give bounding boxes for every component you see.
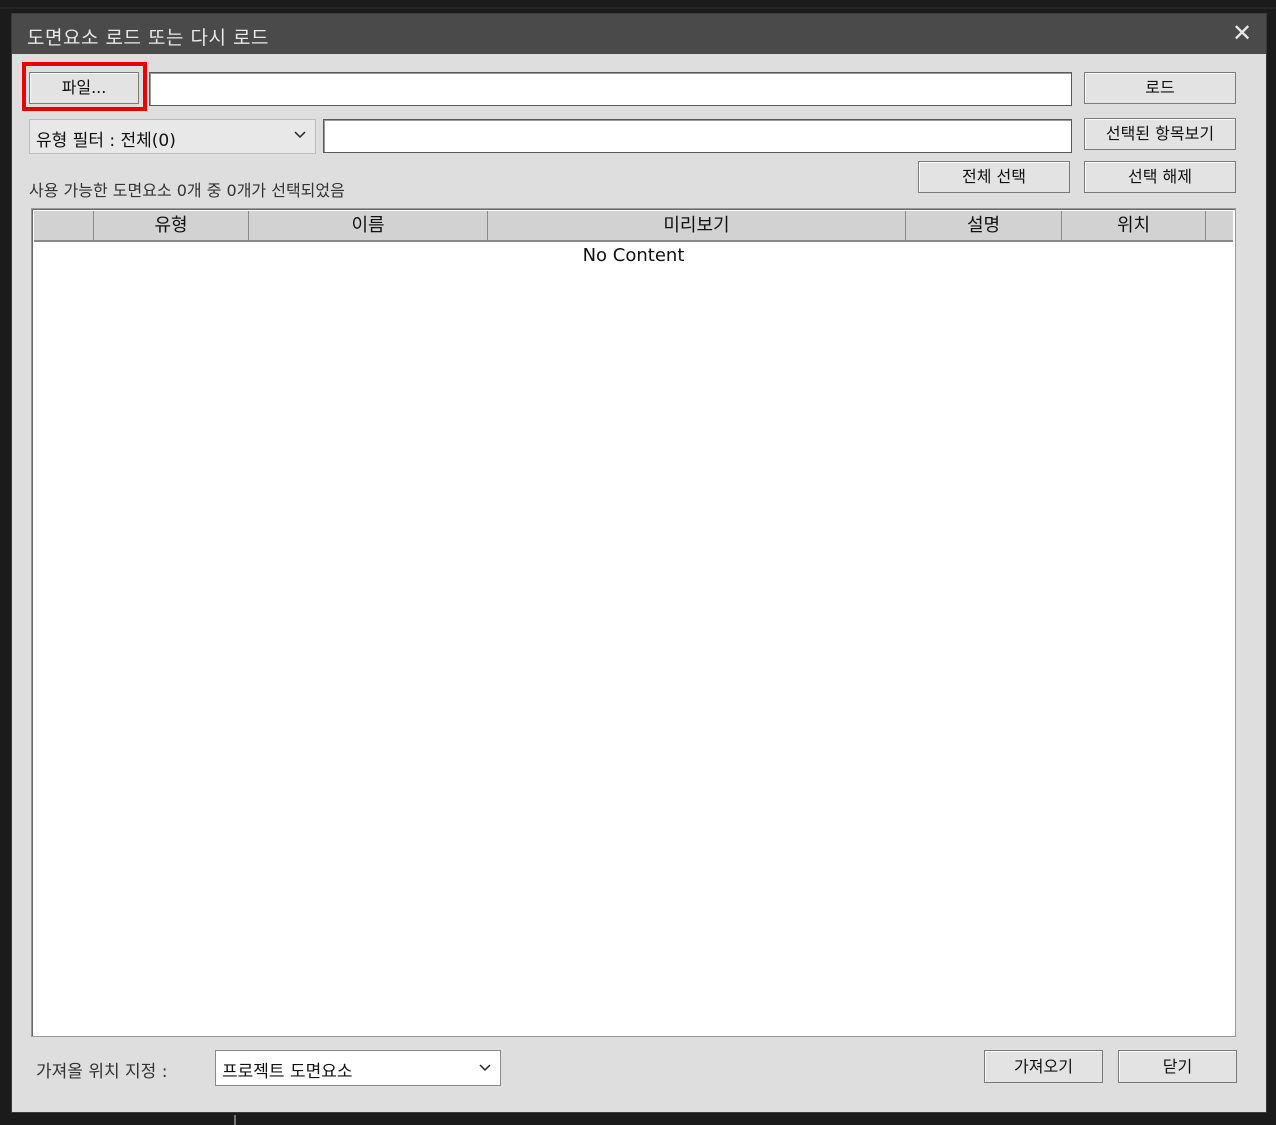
close-button[interactable]: 닫기 (1118, 1050, 1237, 1083)
load-button[interactable]: 로드 (1084, 72, 1236, 104)
column-header-checkbox[interactable] (34, 211, 94, 240)
table-empty-message: No Content (582, 245, 685, 266)
destination-value: 프로젝트 도면요소 (222, 1062, 353, 1082)
column-header-type[interactable]: 유형 (94, 211, 249, 240)
show-selected-button[interactable]: 선택된 항목보기 (1084, 118, 1236, 150)
close-icon[interactable]: ✕ (1228, 19, 1256, 47)
type-filter-dropdown[interactable]: 유형 필터 : 전체(0) (29, 119, 316, 154)
select-all-button[interactable]: 전체 선택 (918, 161, 1070, 193)
chevron-down-icon (479, 1064, 491, 1072)
file-path-input[interactable] (149, 72, 1072, 106)
destination-label: 가져올 위치 지정 : (36, 1062, 168, 1082)
column-header-preview[interactable]: 미리보기 (488, 211, 906, 240)
type-filter-label: 유형 필터 : 전체(0) (36, 131, 176, 151)
column-header-description[interactable]: 설명 (906, 211, 1062, 240)
selection-status-text: 사용 가능한 도면요소 0개 중 0개가 선택되었음 (29, 181, 345, 200)
column-header-name[interactable]: 이름 (249, 211, 488, 240)
destination-select[interactable]: 프로젝트 도면요소 (215, 1050, 501, 1086)
dialog-titlebar: 도면요소 로드 또는 다시 로드 ✕ (12, 14, 1266, 54)
dialog-title: 도면요소 로드 또는 다시 로드 (27, 27, 269, 49)
import-button[interactable]: 가져오기 (984, 1050, 1103, 1083)
table-header: 유형 이름 미리보기 설명 위치 (34, 211, 1233, 242)
filter-text-input[interactable] (323, 119, 1072, 153)
chevron-down-icon (294, 131, 306, 139)
family-table[interactable]: 유형 이름 미리보기 설명 위치 No Content (31, 208, 1236, 1037)
load-family-dialog: 도면요소 로드 또는 다시 로드 ✕ 파일... 로드 유형 필터 : 전체(0… (11, 13, 1267, 1113)
file-button[interactable]: 파일... (29, 72, 139, 104)
column-header-location[interactable]: 위치 (1062, 211, 1206, 240)
deselect-button[interactable]: 선택 해제 (1084, 161, 1236, 193)
